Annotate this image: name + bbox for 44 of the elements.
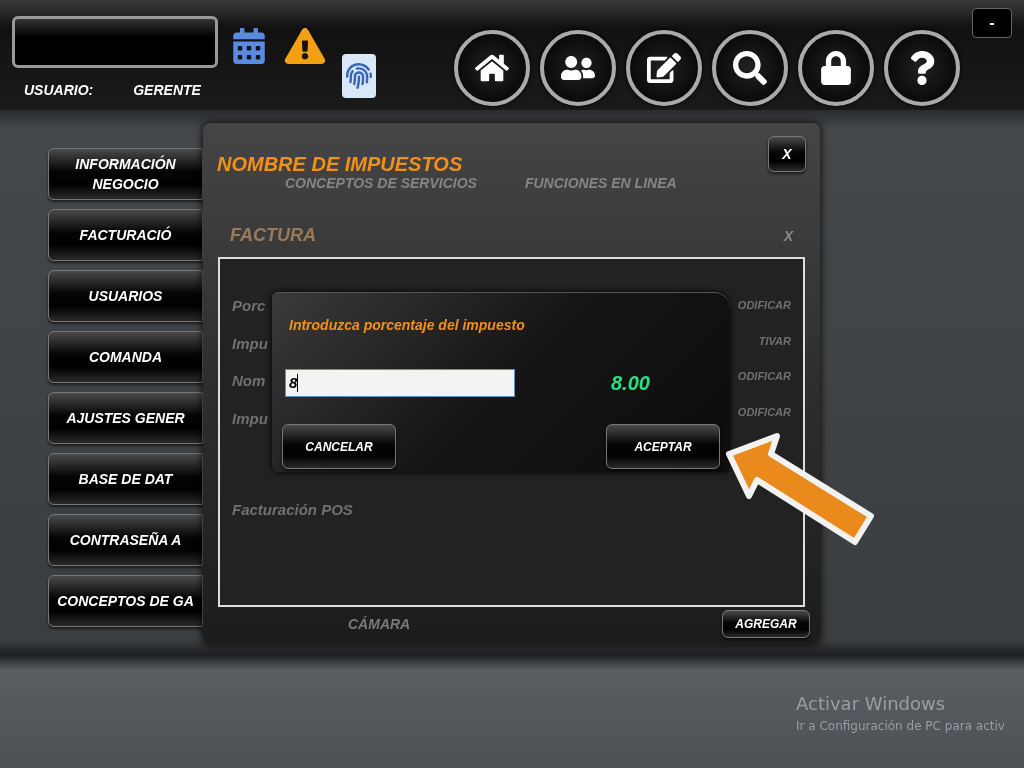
sidebar-button[interactable]: AJUSTES GENER bbox=[48, 392, 203, 444]
sidebar-button[interactable]: COMANDA bbox=[48, 331, 203, 383]
sidebar-button[interactable]: USUARIOS bbox=[48, 270, 203, 322]
pointer-arrow-icon bbox=[725, 432, 877, 548]
sidebar-button[interactable]: CONTRASEÑA A bbox=[48, 514, 203, 566]
row-label: Impu bbox=[232, 408, 268, 429]
sidebar-button[interactable]: CONCEPTOS DE GA bbox=[48, 575, 203, 627]
edit-note-icon bbox=[647, 51, 681, 85]
row-action: TIVAR bbox=[758, 333, 791, 349]
cancel-button[interactable]: CANCELAR bbox=[282, 424, 396, 469]
sidebar-button[interactable]: BASE DE DAT bbox=[48, 453, 203, 505]
row-action: ODIFICAR bbox=[737, 404, 791, 420]
tab-label: FUNCIONES EN LINEA bbox=[524, 174, 677, 193]
user-label: USUARIO: bbox=[24, 81, 94, 100]
activation-subtitle: Ir a Configuración de PC para activ bbox=[796, 718, 1005, 735]
tab-label: CÁMARA bbox=[348, 614, 411, 634]
sidebar-button[interactable]: FACTURACIÓ bbox=[48, 209, 203, 261]
user-name: GERENTE bbox=[133, 81, 201, 100]
tab-label: CONCEPTOS DE SERVICIOS bbox=[285, 174, 477, 193]
minimize-button[interactable]: - bbox=[972, 8, 1012, 38]
nav-button[interactable] bbox=[540, 30, 616, 106]
accept-button[interactable]: ACEPTAR bbox=[606, 424, 720, 469]
search-icon bbox=[733, 51, 767, 85]
sidebar-button[interactable]: INFORMACIÓN NEGOCIO bbox=[48, 148, 203, 200]
row-action: ODIFICAR bbox=[737, 369, 791, 384]
close-button[interactable]: X bbox=[768, 136, 806, 172]
list-item: Facturación POS bbox=[232, 500, 354, 520]
row-label: Porc bbox=[232, 296, 267, 316]
row-action: ODIFICAR bbox=[737, 298, 791, 313]
computed-value: 8.00 bbox=[611, 371, 650, 396]
add-button[interactable]: AGREGAR bbox=[722, 610, 810, 638]
calendar-icon[interactable] bbox=[230, 28, 268, 64]
lock-icon bbox=[819, 51, 853, 85]
row-label: Nom bbox=[232, 371, 267, 391]
percentage-input[interactable]: 8 bbox=[285, 369, 515, 397]
activation-title: Activar Windows bbox=[796, 692, 947, 716]
warning-icon[interactable] bbox=[284, 28, 326, 64]
nav-button[interactable] bbox=[798, 30, 874, 106]
fingerprint-icon[interactable] bbox=[342, 54, 376, 98]
prompt-title: Introduzca porcentaje del impuesto bbox=[288, 316, 526, 335]
row-label: Impu bbox=[232, 333, 268, 354]
window-title: NOMBRE DE IMPUESTOS bbox=[217, 152, 463, 177]
section-title: FACTURA bbox=[230, 224, 316, 247]
section-close: X bbox=[783, 226, 793, 246]
